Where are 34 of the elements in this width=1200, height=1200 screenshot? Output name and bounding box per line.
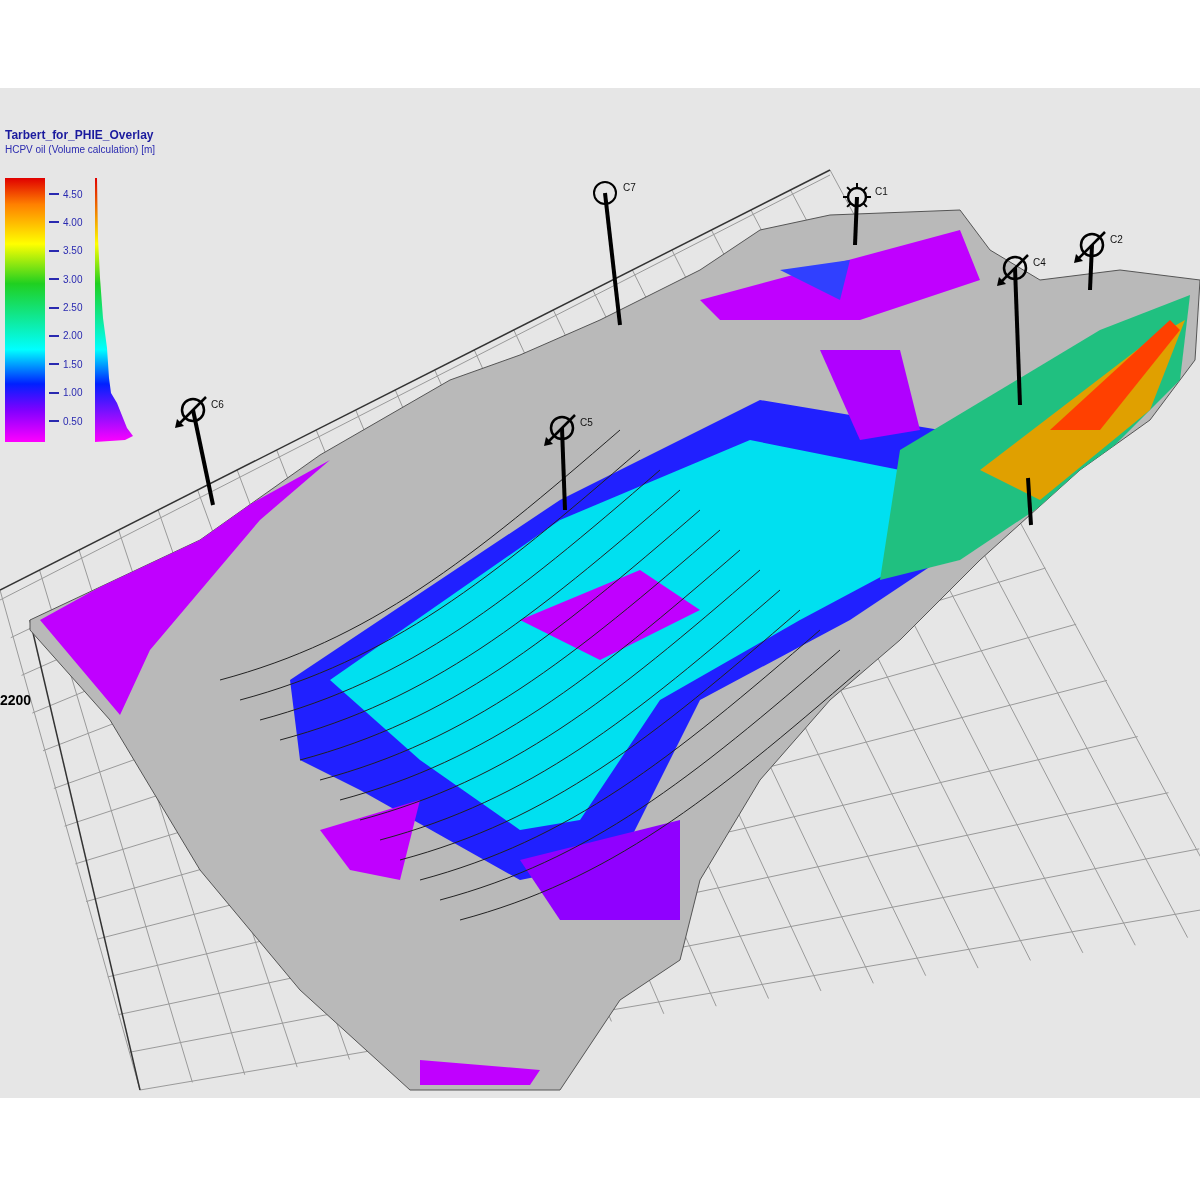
well-label: C4 [1033,257,1046,268]
tick-label: 4.00 [63,216,83,228]
well-marker-icon[interactable] [544,414,576,511]
well-track [1026,477,1033,526]
well-marker-icon[interactable] [1074,231,1106,291]
legend-subtitle: HCPV oil (Volume calculation) [m] [5,143,156,156]
well-label: C1 [875,186,888,197]
tick-mark [49,278,59,281]
3d-viewport[interactable]: C7 C1 C4 C2 C6 C5 2200 Tarbert_for_PHIE_Overlay HCPV oil (Volume calculation) [m] 4.50 4.00 3.50 3.00 2.50 2.00 1.50 1.00 0.50 [0,88,1200,1098]
axis-label: 2200 [0,692,32,708]
well-label: C6 [211,399,224,410]
well-marker-icon[interactable] [997,254,1029,406]
tick-mark [49,391,59,394]
tick-label: 0.50 [63,415,83,427]
tick-label: 2.00 [63,330,83,342]
tick-label: 2.50 [63,302,83,313]
well-label: C5 [580,417,593,428]
tick-mark [49,193,59,195]
well-marker-icon[interactable] [593,181,622,326]
tick-mark [49,334,59,337]
tick-mark [49,221,59,224]
tick-label: 4.50 [63,188,83,200]
tick-mark [49,420,59,422]
tick-mark [49,363,59,366]
tick-mark [49,249,59,252]
tick-label: 1.00 [63,387,83,399]
tick-mark [49,306,59,309]
tick-label: 3.50 [63,245,83,257]
well-marker-icon[interactable] [842,182,872,246]
tick-label: 3.00 [63,273,83,285]
well-label: C7 [623,182,636,193]
well-label: C2 [1110,234,1123,245]
tick-label: 1.50 [63,358,83,370]
legend-title: Tarbert_for_PHIE_Overlay [5,128,155,143]
